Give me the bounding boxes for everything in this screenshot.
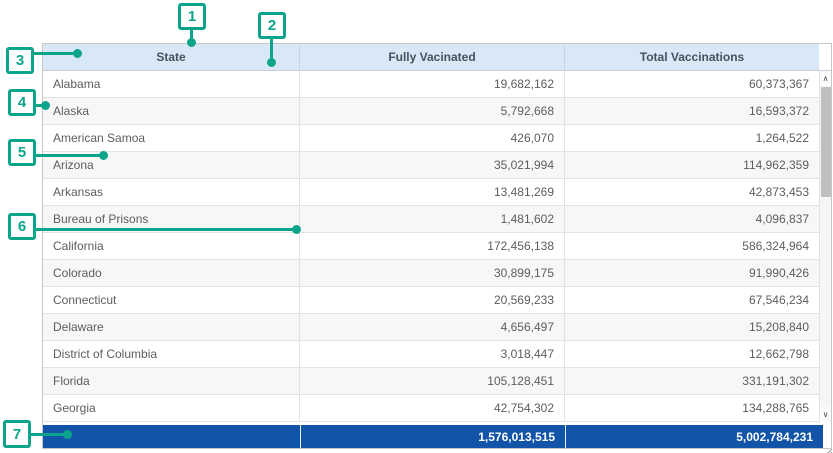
fully-vacinated-cell: 105,128,451 xyxy=(300,368,565,394)
table-row[interactable]: American Samoa 426,070 1,264,522 xyxy=(43,125,831,152)
total-vaccinations-cell: 12,662,798 xyxy=(565,341,819,367)
fully-vacinated-cell: 426,070 xyxy=(300,125,565,151)
total-vaccinations-cell: 60,373,367 xyxy=(565,71,819,97)
callout-6-dot xyxy=(292,225,301,234)
table-row[interactable]: Florida 105,128,451 331,191,302 xyxy=(43,368,831,395)
fully-vacinated-cell: 19,682,162 xyxy=(300,71,565,97)
total-vaccinations-cell: 114,962,359 xyxy=(565,152,819,178)
table-row[interactable]: California 172,456,138 586,324,964 xyxy=(43,233,831,260)
totals-row: 1,576,013,515 5,002,784,231 xyxy=(43,425,823,448)
table-row[interactable]: Georgia 42,754,302 134,288,765 xyxy=(43,395,831,422)
totals-total-vaccinations-cell: 5,002,784,231 xyxy=(566,425,823,448)
list-table-screenshot: State Fully Vacinated Total Vaccinations… xyxy=(0,0,833,453)
callout-6: 6 xyxy=(8,213,36,240)
state-cell: Arkansas xyxy=(43,179,300,205)
fully-vacinated-cell: 5,792,668 xyxy=(300,98,565,124)
table-row[interactable]: Connecticut 20,569,233 67,546,234 xyxy=(43,287,831,314)
state-cell: Georgia xyxy=(43,395,300,421)
scrollbar-thumb[interactable] xyxy=(821,87,831,197)
total-vaccinations-cell: 134,288,765 xyxy=(565,395,819,421)
table-header-row: State Fully Vacinated Total Vaccinations xyxy=(43,44,831,71)
list-table: State Fully Vacinated Total Vaccinations… xyxy=(42,43,832,449)
callout-3-connector xyxy=(33,52,78,55)
resize-grip-icon[interactable] xyxy=(825,443,833,451)
total-vaccinations-cell: 15,208,840 xyxy=(565,314,819,340)
state-cell: Connecticut xyxy=(43,287,300,313)
total-vaccinations-cell: 91,990,426 xyxy=(565,260,819,286)
state-cell: American Samoa xyxy=(43,125,300,151)
table-row[interactable]: Alabama 19,682,162 60,373,367 xyxy=(43,71,831,98)
callout-3: 3 xyxy=(6,47,34,74)
fully-vacinated-cell: 13,481,269 xyxy=(300,179,565,205)
table-row[interactable]: Alaska 5,792,668 16,593,372 xyxy=(43,98,831,125)
total-vaccinations-cell: 1,264,522 xyxy=(565,125,819,151)
state-cell: Alaska xyxy=(43,98,300,124)
total-vaccinations-cell: 4,096,837 xyxy=(565,206,819,232)
fully-vacinated-cell: 172,456,138 xyxy=(300,233,565,259)
callout-7: 7 xyxy=(3,420,31,448)
callout-2: 2 xyxy=(258,12,286,39)
column-header-fully-vacinated[interactable]: Fully Vacinated xyxy=(300,44,565,70)
total-vaccinations-cell: 586,324,964 xyxy=(565,233,819,259)
fully-vacinated-cell: 1,481,602 xyxy=(300,206,565,232)
table-row[interactable]: District of Columbia 3,018,447 12,662,79… xyxy=(43,341,831,368)
total-vaccinations-cell: 331,191,302 xyxy=(565,368,819,394)
header-scrollbar-spacer xyxy=(819,44,831,70)
total-vaccinations-cell: 16,593,372 xyxy=(565,98,819,124)
total-vaccinations-cell: 42,873,453 xyxy=(565,179,819,205)
table-row[interactable]: Delaware 4,656,497 15,208,840 xyxy=(43,314,831,341)
callout-4: 4 xyxy=(8,89,36,116)
state-cell: Florida xyxy=(43,368,300,394)
totals-fully-vacinated-cell: 1,576,013,515 xyxy=(301,425,566,448)
state-cell: California xyxy=(43,233,300,259)
fully-vacinated-cell: 35,021,994 xyxy=(300,152,565,178)
callout-5: 5 xyxy=(8,139,36,166)
callout-4-dot xyxy=(41,101,50,110)
totals-state-cell xyxy=(43,425,301,448)
fully-vacinated-cell: 30,899,175 xyxy=(300,260,565,286)
fully-vacinated-cell: 20,569,233 xyxy=(300,287,565,313)
table-row[interactable]: Arizona 35,021,994 114,962,359 xyxy=(43,152,831,179)
fully-vacinated-cell: 3,018,447 xyxy=(300,341,565,367)
column-header-total-vaccinations[interactable]: Total Vaccinations xyxy=(565,44,819,70)
callout-6-connector xyxy=(35,228,297,231)
total-vaccinations-cell: 67,546,234 xyxy=(565,287,819,313)
callout-3-dot xyxy=(73,49,82,58)
table-row[interactable]: Arkansas 13,481,269 42,873,453 xyxy=(43,179,831,206)
table-row[interactable]: Colorado 30,899,175 91,990,426 xyxy=(43,260,831,287)
state-cell: District of Columbia xyxy=(43,341,300,367)
scroll-up-button[interactable]: ∧ xyxy=(820,71,831,86)
table-body: Alabama 19,682,162 60,373,367 Alaska 5,7… xyxy=(43,71,831,422)
callout-1-dot xyxy=(187,38,196,47)
scroll-down-button[interactable]: ∨ xyxy=(820,407,831,422)
column-header-state[interactable]: State xyxy=(43,44,300,70)
callout-2-dot xyxy=(267,58,276,67)
callout-7-dot xyxy=(63,430,72,439)
chevron-down-icon: ∨ xyxy=(823,411,829,419)
state-cell: Alabama xyxy=(43,71,300,97)
vertical-scrollbar[interactable]: ∧ ∨ xyxy=(819,71,831,422)
callout-1: 1 xyxy=(178,3,206,30)
chevron-up-icon: ∧ xyxy=(823,75,829,83)
state-cell: Delaware xyxy=(43,314,300,340)
state-cell: Colorado xyxy=(43,260,300,286)
callout-5-connector xyxy=(35,154,104,157)
callout-5-dot xyxy=(99,151,108,160)
fully-vacinated-cell: 4,656,497 xyxy=(300,314,565,340)
fully-vacinated-cell: 42,754,302 xyxy=(300,395,565,421)
